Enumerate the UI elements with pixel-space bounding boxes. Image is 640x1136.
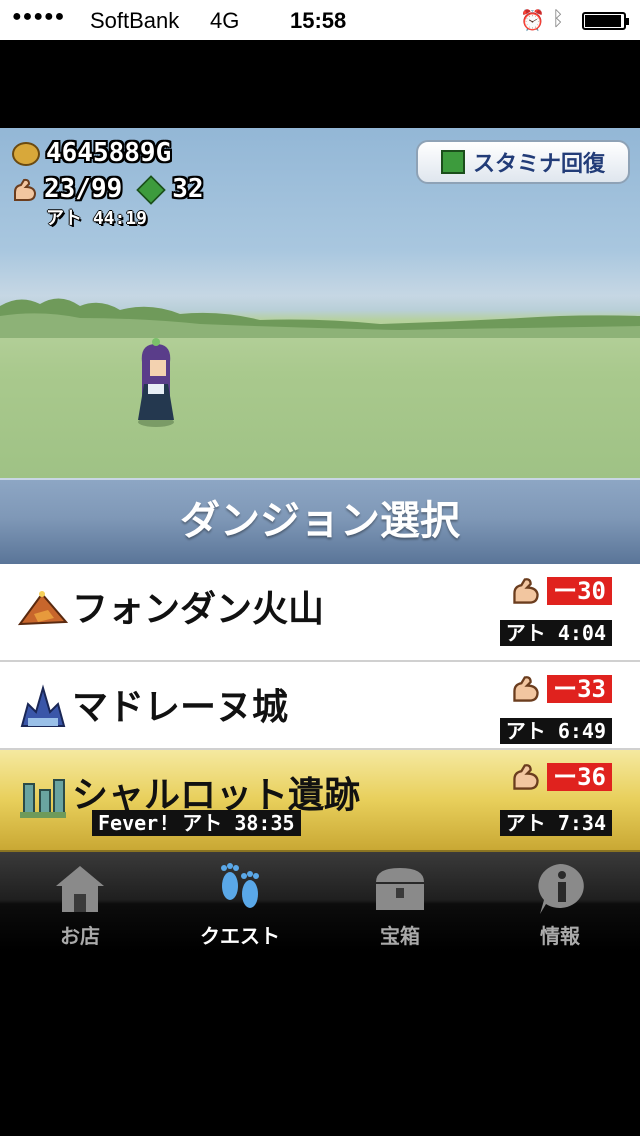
ruins-icon bbox=[20, 779, 66, 818]
dungeon-timer: アト 7:34 bbox=[499, 810, 612, 836]
status-bar: ●●●●● SoftBank 4G 15:58 ⏰ ᛒ bbox=[0, 0, 640, 40]
game-scene: 4645889G 23/99 32 アト 44:19 スタミナ回復 bbox=[0, 128, 640, 478]
tab-label: お店 bbox=[60, 924, 100, 948]
treasure-chest-icon bbox=[376, 868, 424, 910]
tab-shop[interactable]: お店 bbox=[0, 852, 160, 952]
stamina-timer: アト 44:19 bbox=[46, 208, 148, 229]
gem-value: 32 bbox=[172, 174, 204, 204]
stamina-cost: ー36 bbox=[511, 760, 612, 794]
carrier-name: SoftBank bbox=[90, 8, 180, 33]
stamina-cost-value: ー33 bbox=[547, 675, 612, 703]
clock: 15:58 bbox=[290, 8, 347, 33]
dungeon-row-charlotte-ruins[interactable]: シャルロット遺跡 Fever! アト 38:35 ー36 アト 7:34 bbox=[0, 750, 640, 852]
hero-character bbox=[138, 338, 174, 427]
bluetooth-icon: ᛒ bbox=[552, 8, 564, 30]
volcano-icon bbox=[18, 591, 68, 626]
tab-info[interactable]: 情報 bbox=[480, 852, 640, 952]
stamina-arm-icon bbox=[14, 178, 37, 201]
dungeon-row-fondant-volcano[interactable]: フォンダン火山 ー30 アト 4:04 bbox=[0, 564, 640, 662]
battery-fill bbox=[585, 15, 622, 27]
stamina-cost-value: ー30 bbox=[547, 577, 612, 605]
tab-label: クエスト bbox=[200, 924, 280, 948]
battery-icon bbox=[582, 12, 629, 30]
stamina-recover-label: スタミナ回復 bbox=[472, 152, 605, 177]
footprints-icon bbox=[221, 863, 259, 908]
alarm-icon: ⏰ bbox=[520, 10, 545, 32]
tab-label: 情報 bbox=[540, 924, 580, 948]
stamina-arm-icon bbox=[513, 676, 539, 702]
stamina-value: 23/99 bbox=[44, 174, 123, 204]
page-title: ダンジョン選択 bbox=[0, 478, 640, 564]
tab-treasure[interactable]: 宝箱 bbox=[320, 852, 480, 952]
stamina-cost: ー33 bbox=[511, 672, 612, 706]
coin-icon bbox=[12, 141, 40, 166]
shop-icon bbox=[56, 866, 104, 912]
stamina-display: 23/99 32 bbox=[12, 174, 204, 205]
castle-icon bbox=[20, 684, 66, 727]
tab-quest[interactable]: クエスト bbox=[160, 852, 320, 952]
tab-label: 宝箱 bbox=[380, 924, 420, 948]
gold-value: 4645889G bbox=[46, 138, 172, 168]
stamina-arm-icon bbox=[513, 578, 539, 604]
dungeon-name: フォンダン火山 bbox=[72, 589, 325, 630]
stamina-cost-value: ー36 bbox=[547, 763, 612, 791]
network-type: 4G bbox=[210, 8, 240, 33]
tab-bar: お店 クエスト 宝箱 情報 bbox=[0, 852, 640, 952]
stamina-cost: ー30 bbox=[511, 574, 612, 608]
stamina-arm-icon bbox=[513, 764, 539, 790]
gem-icon bbox=[136, 174, 166, 205]
stamina-recover-button[interactable]: スタミナ回復 bbox=[416, 140, 630, 184]
tree-line bbox=[0, 298, 640, 338]
info-icon bbox=[538, 864, 584, 914]
gold-display: 4645889G bbox=[12, 138, 171, 168]
dungeon-row-madeleine-castle[interactable]: マドレーヌ城 ー33 アト 6:49 bbox=[0, 662, 640, 750]
signal-strength: ●●●●● bbox=[12, 8, 66, 25]
dungeon-name: マドレーヌ城 bbox=[72, 687, 289, 728]
gem-icon bbox=[440, 150, 465, 174]
fever-timer: Fever! アト 38:35 bbox=[92, 810, 301, 836]
dungeon-timer: アト 6:49 bbox=[499, 718, 612, 744]
dungeon-timer: アト 4:04 bbox=[499, 620, 612, 646]
